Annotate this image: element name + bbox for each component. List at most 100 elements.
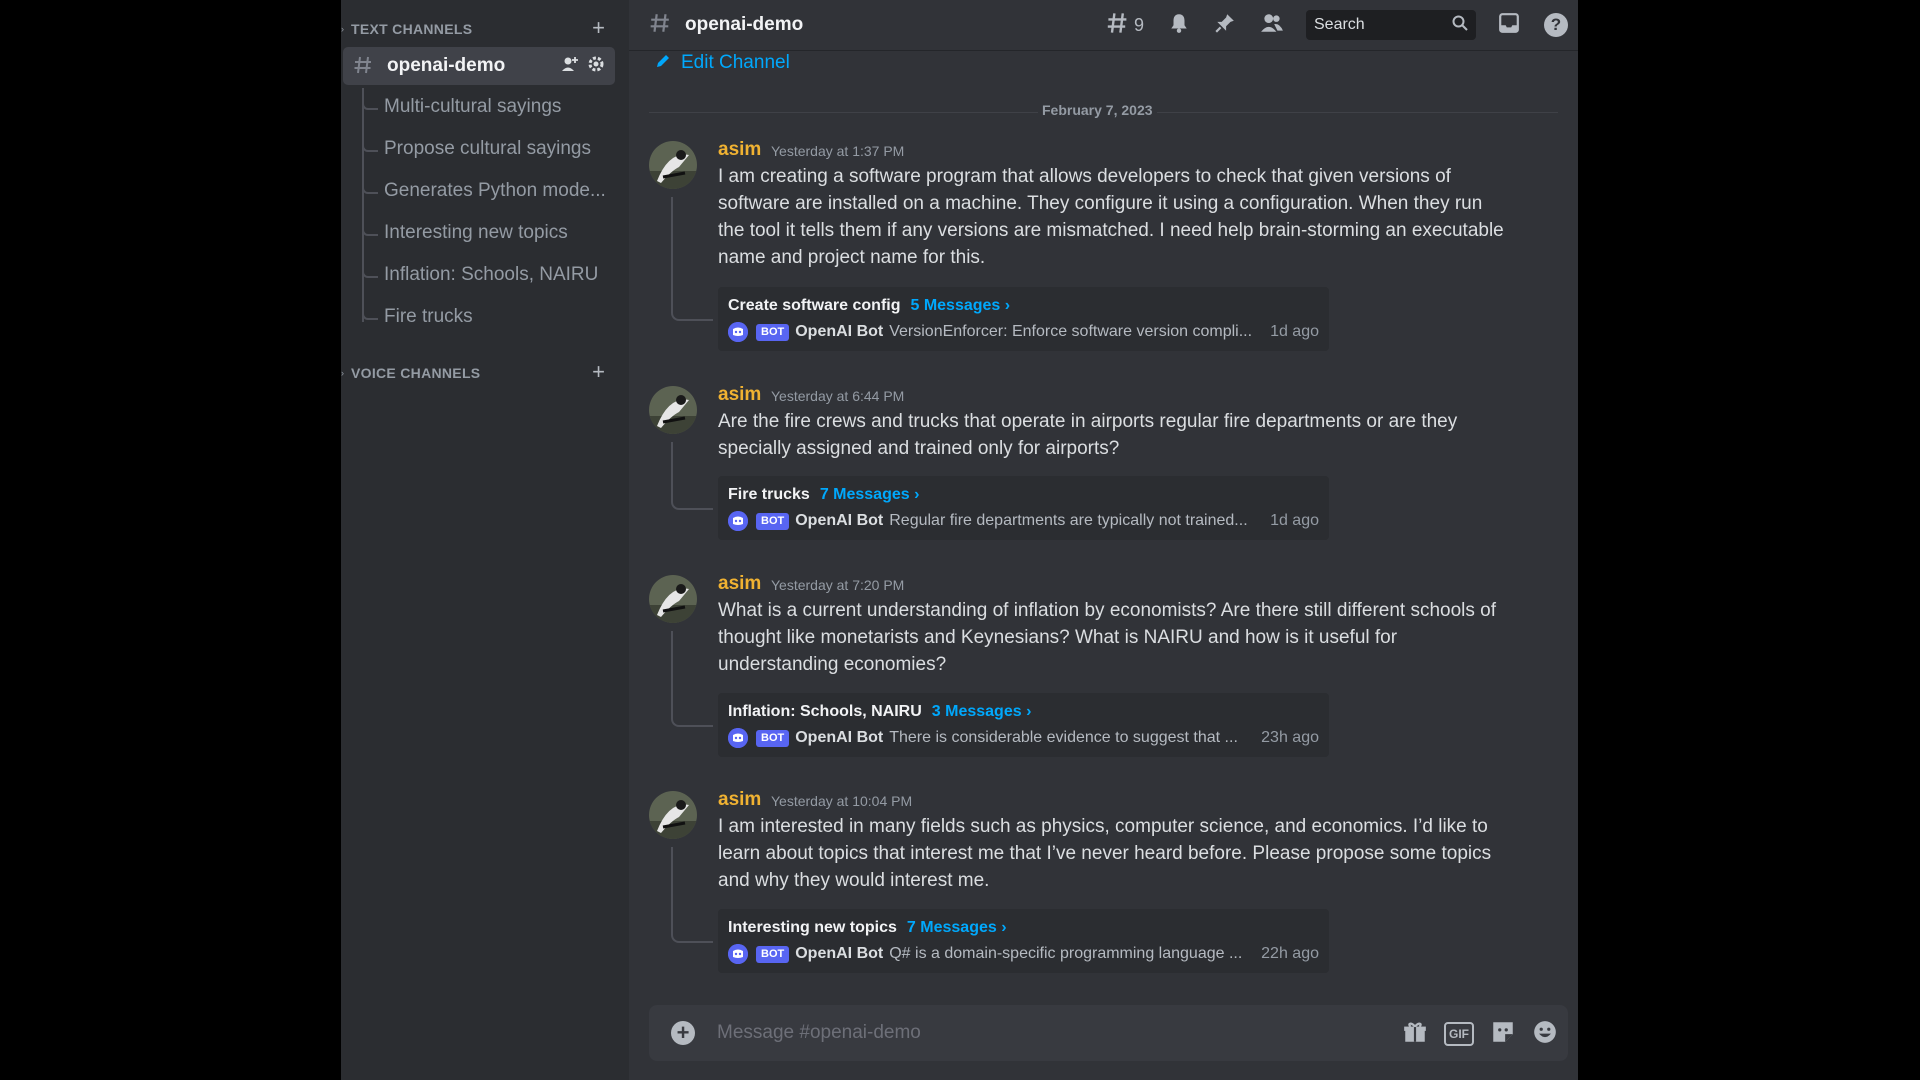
gift-icon[interactable] (1402, 1019, 1428, 1052)
invite-user-icon[interactable] (561, 55, 579, 79)
thread-preview-card[interactable]: Create software config 5 Messages › BOT … (718, 287, 1329, 351)
thread-last-author: OpenAI Bot (795, 512, 884, 529)
bot-badge: BOT (756, 512, 790, 530)
channel-settings-gear-icon[interactable] (587, 55, 605, 79)
thread-message-count[interactable]: 7 Messages › (907, 919, 1007, 937)
sidebar-thread-item[interactable]: Inflation: Schools, NAIRU (341, 258, 615, 294)
edit-channel-label: Edit Channel (681, 52, 790, 73)
sticker-icon[interactable] (1490, 1019, 1516, 1052)
message-content: Are the fire crews and trucks that opera… (718, 411, 1458, 459)
search-input[interactable] (1312, 15, 1446, 35)
message-timestamp: Yesterday at 6:44 PM (771, 388, 905, 404)
thread-age: 1d ago (1270, 323, 1319, 340)
gif-button[interactable]: GIF (1444, 1022, 1474, 1046)
message-timestamp: Yesterday at 7:20 PM (771, 577, 905, 593)
thread-snippet: Regular fire departments are typically n… (889, 512, 1248, 529)
bot-badge: BOT (756, 323, 790, 341)
avatar[interactable] (649, 141, 697, 189)
threads-icon[interactable] (1106, 11, 1130, 40)
thread-elbow (362, 300, 378, 320)
thread-connector (671, 631, 713, 727)
sidebar-thread-item[interactable]: Fire trucks (341, 300, 615, 336)
message-timestamp: Yesterday at 10:04 PM (771, 793, 913, 809)
sidebar-thread-label: Generates Python mode... (384, 180, 606, 201)
channel-name: openai-demo (387, 55, 506, 76)
message-content: What is a current understanding of infla… (718, 600, 1497, 675)
thread-message-count[interactable]: 3 Messages › (932, 703, 1032, 721)
inbox-icon[interactable] (1498, 12, 1520, 39)
help-icon[interactable]: ? (1544, 13, 1568, 37)
caret-icon: › (341, 24, 344, 34)
discord-bot-avatar-icon (728, 322, 748, 342)
thread-connector (671, 442, 713, 510)
add-voice-channel-icon[interactable]: + (592, 361, 605, 383)
thread-elbow (362, 216, 378, 236)
message-content: I am interested in many fields such as p… (718, 816, 1492, 891)
edit-channel-link[interactable]: Edit Channel (655, 52, 790, 74)
thread-last-author: OpenAI Bot (795, 945, 884, 962)
hash-icon (354, 56, 371, 74)
channel-header: openai-demo 9 Search ? (629, 0, 1578, 50)
text-channels-label: TEXT CHANNELS (351, 21, 473, 37)
pin-icon[interactable] (1214, 12, 1236, 39)
thread-last-author: OpenAI Bot (795, 323, 884, 340)
caret-icon: › (341, 368, 344, 378)
message-author[interactable]: asim (718, 384, 761, 406)
channel-sidebar: › TEXT CHANNELS + openai-demo Multi-cult… (341, 0, 629, 1080)
search-box[interactable] (1306, 10, 1476, 40)
thread-preview-card[interactable]: Interesting new topics 7 Messages › BOT … (718, 909, 1329, 973)
message-author[interactable]: asim (718, 573, 761, 595)
sidebar-thread-item[interactable]: Multi-cultural sayings (341, 90, 615, 126)
sidebar-thread-label: Fire trucks (384, 306, 473, 327)
thread-age: 1d ago (1270, 512, 1319, 529)
header-hash-icon (649, 9, 671, 41)
thread-elbow (362, 174, 378, 194)
date-divider: February 7, 2023 (649, 102, 1558, 118)
pencil-icon (655, 53, 671, 74)
emoji-icon[interactable] (1532, 1019, 1558, 1052)
thread-preview-card[interactable]: Inflation: Schools, NAIRU 3 Messages › B… (718, 693, 1329, 757)
message-input[interactable] (715, 1021, 1359, 1045)
thread-connector (671, 197, 713, 321)
message-author[interactable]: asim (718, 789, 761, 811)
header-channel-name: openai-demo (685, 14, 804, 35)
member-list-icon[interactable] (1260, 12, 1284, 39)
sidebar-thread-item[interactable]: Interesting new topics (341, 216, 615, 252)
thread-name: Create software config (728, 297, 901, 314)
bot-badge: BOT (756, 729, 790, 747)
voice-channels-label: VOICE CHANNELS (351, 365, 481, 381)
thread-last-author: OpenAI Bot (795, 729, 884, 746)
date-divider-label: February 7, 2023 (1038, 102, 1157, 118)
thread-message-count[interactable]: 5 Messages › (910, 297, 1010, 315)
chat-area: openai-demo 9 Search ? Edit Channel Febr… (629, 0, 1578, 1080)
thread-connector (671, 847, 713, 943)
sidebar-thread-label: Multi-cultural sayings (384, 96, 562, 117)
avatar[interactable] (649, 791, 697, 839)
thread-snippet: Q# is a domain-specific programming lang… (889, 945, 1243, 962)
thread-name: Interesting new topics (728, 919, 897, 936)
search-icon (1452, 15, 1468, 36)
thread-name: Fire trucks (728, 486, 810, 503)
sidebar-thread-label: Interesting new topics (384, 222, 568, 243)
bot-badge: BOT (756, 945, 790, 963)
message-author[interactable]: asim (718, 139, 761, 161)
thread-snippet: VersionEnforcer: Enforce software versio… (889, 323, 1253, 340)
avatar[interactable] (649, 575, 697, 623)
channel-item-openai-demo[interactable]: openai-demo (343, 47, 615, 85)
message-content: I am creating a software program that al… (718, 166, 1504, 268)
message-composer: + GIF (649, 1005, 1568, 1061)
notification-bell-icon[interactable] (1168, 12, 1190, 39)
thread-age: 22h ago (1261, 945, 1319, 962)
sidebar-thread-item[interactable]: Generates Python mode... (341, 174, 615, 210)
thread-age: 23h ago (1261, 729, 1319, 746)
sidebar-thread-item[interactable]: Propose cultural sayings (341, 132, 615, 168)
avatar[interactable] (649, 386, 697, 434)
thread-preview-card[interactable]: Fire trucks 7 Messages › BOT OpenAI Bot … (718, 476, 1329, 540)
text-channels-category[interactable]: › TEXT CHANNELS + (341, 17, 615, 40)
add-channel-icon[interactable]: + (592, 17, 605, 39)
thread-elbow (362, 90, 378, 110)
thread-elbow (362, 258, 378, 278)
thread-message-count[interactable]: 7 Messages › (820, 486, 920, 504)
voice-channels-category[interactable]: › VOICE CHANNELS + (341, 361, 615, 384)
upload-plus-button[interactable]: + (671, 1021, 695, 1045)
